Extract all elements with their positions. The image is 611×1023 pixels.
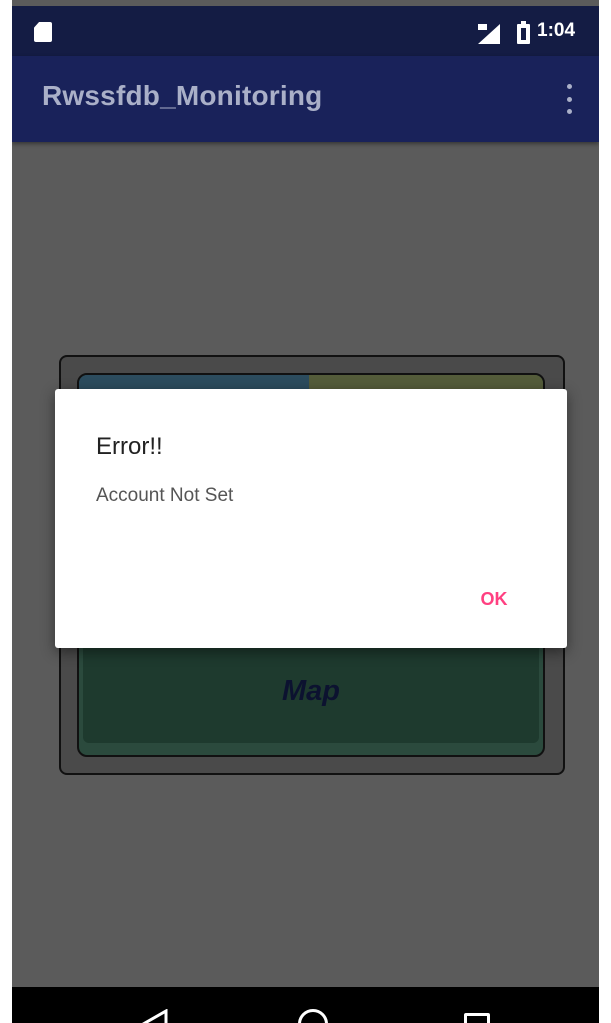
dialog-message: Account Not Set <box>96 485 234 506</box>
dialog-title: Error!! <box>96 433 163 460</box>
status-bar: 1:04 <box>12 6 599 56</box>
phone-screen: 1:04 Rwssfdb_Monitoring Map Error!! Acco… <box>12 0 599 1023</box>
app-toolbar: Rwssfdb_Monitoring <box>12 56 599 142</box>
app-title: Rwssfdb_Monitoring <box>42 80 323 111</box>
overflow-dot <box>566 96 572 102</box>
battery-icon <box>517 21 530 44</box>
navigation-bar <box>12 987 599 1023</box>
back-icon[interactable] <box>142 1009 168 1023</box>
recents-icon[interactable] <box>464 1013 490 1023</box>
map-button-label: Map <box>282 674 340 707</box>
overflow-menu-icon[interactable] <box>558 82 580 116</box>
ok-button[interactable]: OK <box>461 575 527 623</box>
signal-icon <box>478 24 500 44</box>
home-icon[interactable] <box>298 1009 328 1023</box>
overflow-dot <box>566 109 572 114</box>
overflow-dot <box>566 84 572 89</box>
map-button[interactable]: Map <box>83 639 539 743</box>
sd-card-icon <box>34 22 52 42</box>
error-dialog: Error!! Account Not Set OK <box>55 389 567 648</box>
status-clock: 1:04 <box>537 20 576 41</box>
